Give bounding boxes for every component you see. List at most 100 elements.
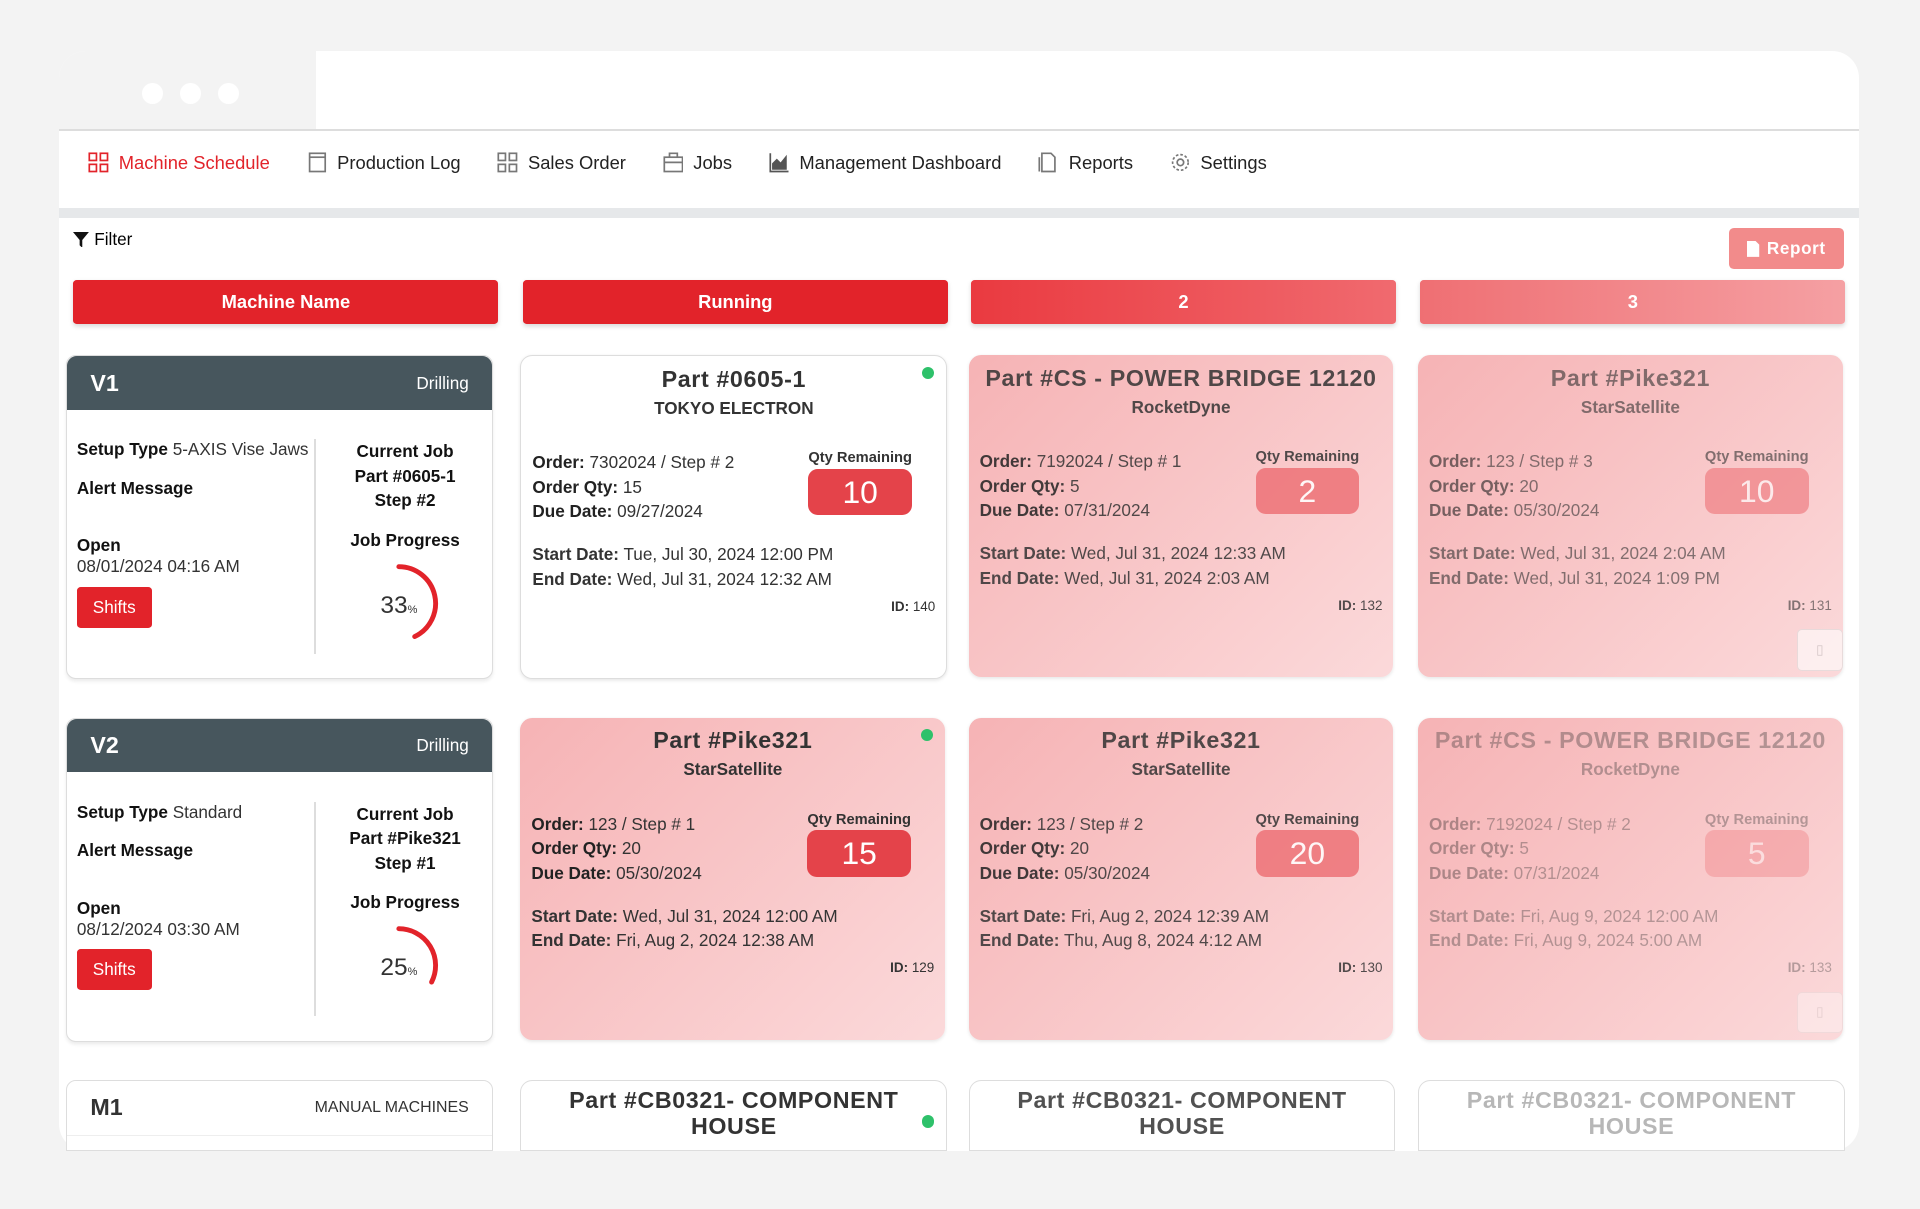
- filter-icon: [73, 231, 90, 248]
- status-date: 08/01/2024 04:16 AM: [76, 556, 240, 577]
- end-date-label: End Date:: [531, 930, 612, 951]
- job-card[interactable]: Part #CB0321- COMPONENT HOUSE: [968, 1080, 1396, 1151]
- job-card[interactable]: Part #Pike321 StarSatellite Order: 123 / …: [1417, 355, 1843, 678]
- job-card[interactable]: Part #Pike321 StarSatellite Order: 123 / …: [520, 717, 946, 1040]
- report-button[interactable]: Report: [1728, 227, 1845, 270]
- machine-card[interactable]: V1 Drilling Setup Type 5-AXIS Vise Jaws A…: [66, 355, 493, 680]
- qty-remaining-value: 10: [1704, 467, 1809, 515]
- order-qty-label: Order Qty:: [531, 838, 618, 859]
- filter-button[interactable]: Filter: [73, 229, 132, 250]
- grid-icon: [497, 152, 518, 173]
- start-date-label: Start Date:: [1428, 905, 1516, 926]
- window-minimize-button[interactable]: [179, 83, 201, 105]
- alert-message-label: Alert Message: [76, 839, 194, 860]
- job-customer: RocketDyne: [1131, 396, 1231, 417]
- nav-item-jobs[interactable]: Jobs: [663, 152, 732, 174]
- current-job-part: Part #Pike321: [349, 828, 461, 849]
- id-value: 140: [912, 598, 936, 614]
- nav-item-settings[interactable]: Settings: [1170, 152, 1267, 174]
- id-label: ID:: [890, 959, 909, 975]
- window-maximize-button[interactable]: [217, 83, 239, 105]
- qty-remaining-label: Qty Remaining: [1255, 811, 1360, 828]
- end-date-value: Fri, Aug 2, 2024 12:38 AM: [616, 930, 815, 951]
- job-part: Part #0605-1: [661, 365, 807, 392]
- end-date-value: Wed, Jul 31, 2024 2:03 AM: [1064, 567, 1270, 588]
- start-date-value: Fri, Aug 2, 2024 12:39 AM: [1070, 905, 1269, 926]
- id-value: 133: [1809, 959, 1832, 975]
- briefcase-icon: [663, 152, 684, 173]
- nav-item-sales-order[interactable]: Sales Order: [497, 152, 626, 174]
- job-id: ID: 131: [1788, 598, 1832, 613]
- job-card[interactable]: Part #CS - POWER BRIDGE 12120 RocketDyne …: [968, 355, 1394, 678]
- setup-type-value: 5-AXIS Vise Jaws: [172, 439, 309, 460]
- status-date: 08/12/2024 03:30 AM: [76, 918, 240, 939]
- setup-type-label: Setup Type: [76, 801, 168, 822]
- order-qty-label: Order Qty:: [979, 475, 1066, 496]
- job-dates: Start Date: Wed, Jul 31, 2024 12:00 AM E…: [531, 904, 837, 953]
- nav-item-production-log[interactable]: Production Log: [307, 152, 461, 174]
- current-job: Current Job Part #0605-1 Step #2 Job Pro…: [319, 439, 490, 647]
- machine-header: M1 MANUAL MACHINES: [67, 1081, 492, 1136]
- progress-value: 33: [380, 591, 408, 619]
- job-order-info: Order: 7302024 / Step # 2 Order Qty: 15 …: [532, 450, 734, 523]
- progress-value: 25: [380, 954, 408, 982]
- id-value: 131: [1809, 597, 1832, 613]
- qty-remaining-value: 20: [1255, 830, 1360, 877]
- column-header: 3: [1420, 280, 1846, 325]
- job-id: ID: 140: [891, 599, 935, 614]
- title-bar: [58, 51, 316, 130]
- order-label: Order:: [531, 813, 584, 834]
- job-card[interactable]: Part #Pike321 StarSatellite Order: 123 / …: [968, 717, 1394, 1040]
- job-card[interactable]: Part #0605-1 TOKYO ELECTRON Order: 730202…: [520, 355, 948, 680]
- start-date-value: Wed, Jul 31, 2024 12:00 AM: [622, 905, 838, 926]
- start-date-value: Wed, Jul 31, 2024 2:04 AM: [1520, 543, 1726, 564]
- gear-icon: [1170, 152, 1191, 173]
- shifts-button[interactable]: Shifts: [76, 949, 152, 991]
- order-qty-label: Order Qty:: [532, 476, 619, 497]
- order-value: 123 / Step # 1: [588, 813, 696, 834]
- job-card[interactable]: Part #CS - POWER BRIDGE 12120 RocketDyne …: [1417, 717, 1843, 1040]
- start-date-label: Start Date:: [531, 905, 619, 926]
- due-date-label: Due Date:: [1428, 500, 1509, 521]
- id-label: ID:: [1338, 959, 1357, 975]
- end-date-label: End Date:: [979, 930, 1060, 951]
- job-id: ID: 129: [890, 960, 934, 975]
- due-date-label: Due Date:: [1428, 862, 1509, 883]
- due-date-value: 05/30/2024: [616, 862, 702, 883]
- job-part: Part #CS - POWER BRIDGE 12120: [985, 364, 1377, 391]
- expand-button[interactable]: ▯: [1796, 991, 1843, 1033]
- machine-type: MANUAL MACHINES: [314, 1098, 469, 1116]
- job-order-info: Order: 7192024 / Step # 1 Order Qty: 5 D…: [980, 449, 1182, 522]
- order-value: 7192024 / Step # 1: [1036, 451, 1182, 472]
- expand-button[interactable]: ▯: [1796, 629, 1843, 671]
- due-date-label: Due Date:: [532, 501, 613, 522]
- job-dates: Start Date: Fri, Aug 2, 2024 12:39 AM En…: [980, 904, 1269, 953]
- machine-details: Setup Type Standard Alert Message Open 0…: [76, 801, 310, 991]
- nav-item-machine-schedule[interactable]: Machine Schedule: [88, 152, 270, 174]
- order-value: 7302024 / Step # 2: [589, 452, 735, 473]
- order-label: Order:: [979, 451, 1032, 472]
- machine-card[interactable]: V2 Drilling Setup Type Standard Alert Mes…: [66, 717, 493, 1042]
- machine-card[interactable]: M1 MANUAL MACHINES: [66, 1080, 493, 1151]
- due-date-label: Due Date:: [979, 862, 1060, 883]
- due-date-label: Due Date:: [531, 862, 612, 883]
- nav-item-reports[interactable]: Reports: [1038, 152, 1133, 174]
- order-qty-value: 15: [622, 476, 642, 497]
- job-order-info: Order: 123 / Step # 1 Order Qty: 20 Due …: [531, 812, 701, 885]
- document-icon: [1747, 240, 1760, 257]
- screenshot-frame: Machine Schedule Production Log Sales Orde…: [0, 0, 1920, 1209]
- order-qty-value: 20: [621, 838, 641, 859]
- qty-remaining: Qty Remaining 20: [1255, 811, 1360, 877]
- job-part: Part #CS - POWER BRIDGE 12120: [1434, 727, 1826, 754]
- machine-header: V2 Drilling: [67, 718, 492, 773]
- window-close-button[interactable]: [142, 83, 163, 105]
- end-date-label: End Date:: [1428, 930, 1509, 951]
- job-card[interactable]: Part #CB0321- COMPONENT HOUSE: [520, 1080, 948, 1151]
- shifts-button[interactable]: Shifts: [76, 587, 152, 628]
- order-qty-label: Order Qty:: [979, 838, 1066, 859]
- qty-remaining: Qty Remaining 2: [1255, 449, 1360, 515]
- nav-item-management-dashboard[interactable]: Management Dashboard: [769, 152, 1001, 174]
- id-label: ID:: [1338, 597, 1357, 613]
- job-card[interactable]: Part #CB0321- COMPONENT HOUSE: [1417, 1080, 1845, 1151]
- end-date-value: Thu, Aug 8, 2024 4:12 AM: [1063, 930, 1262, 951]
